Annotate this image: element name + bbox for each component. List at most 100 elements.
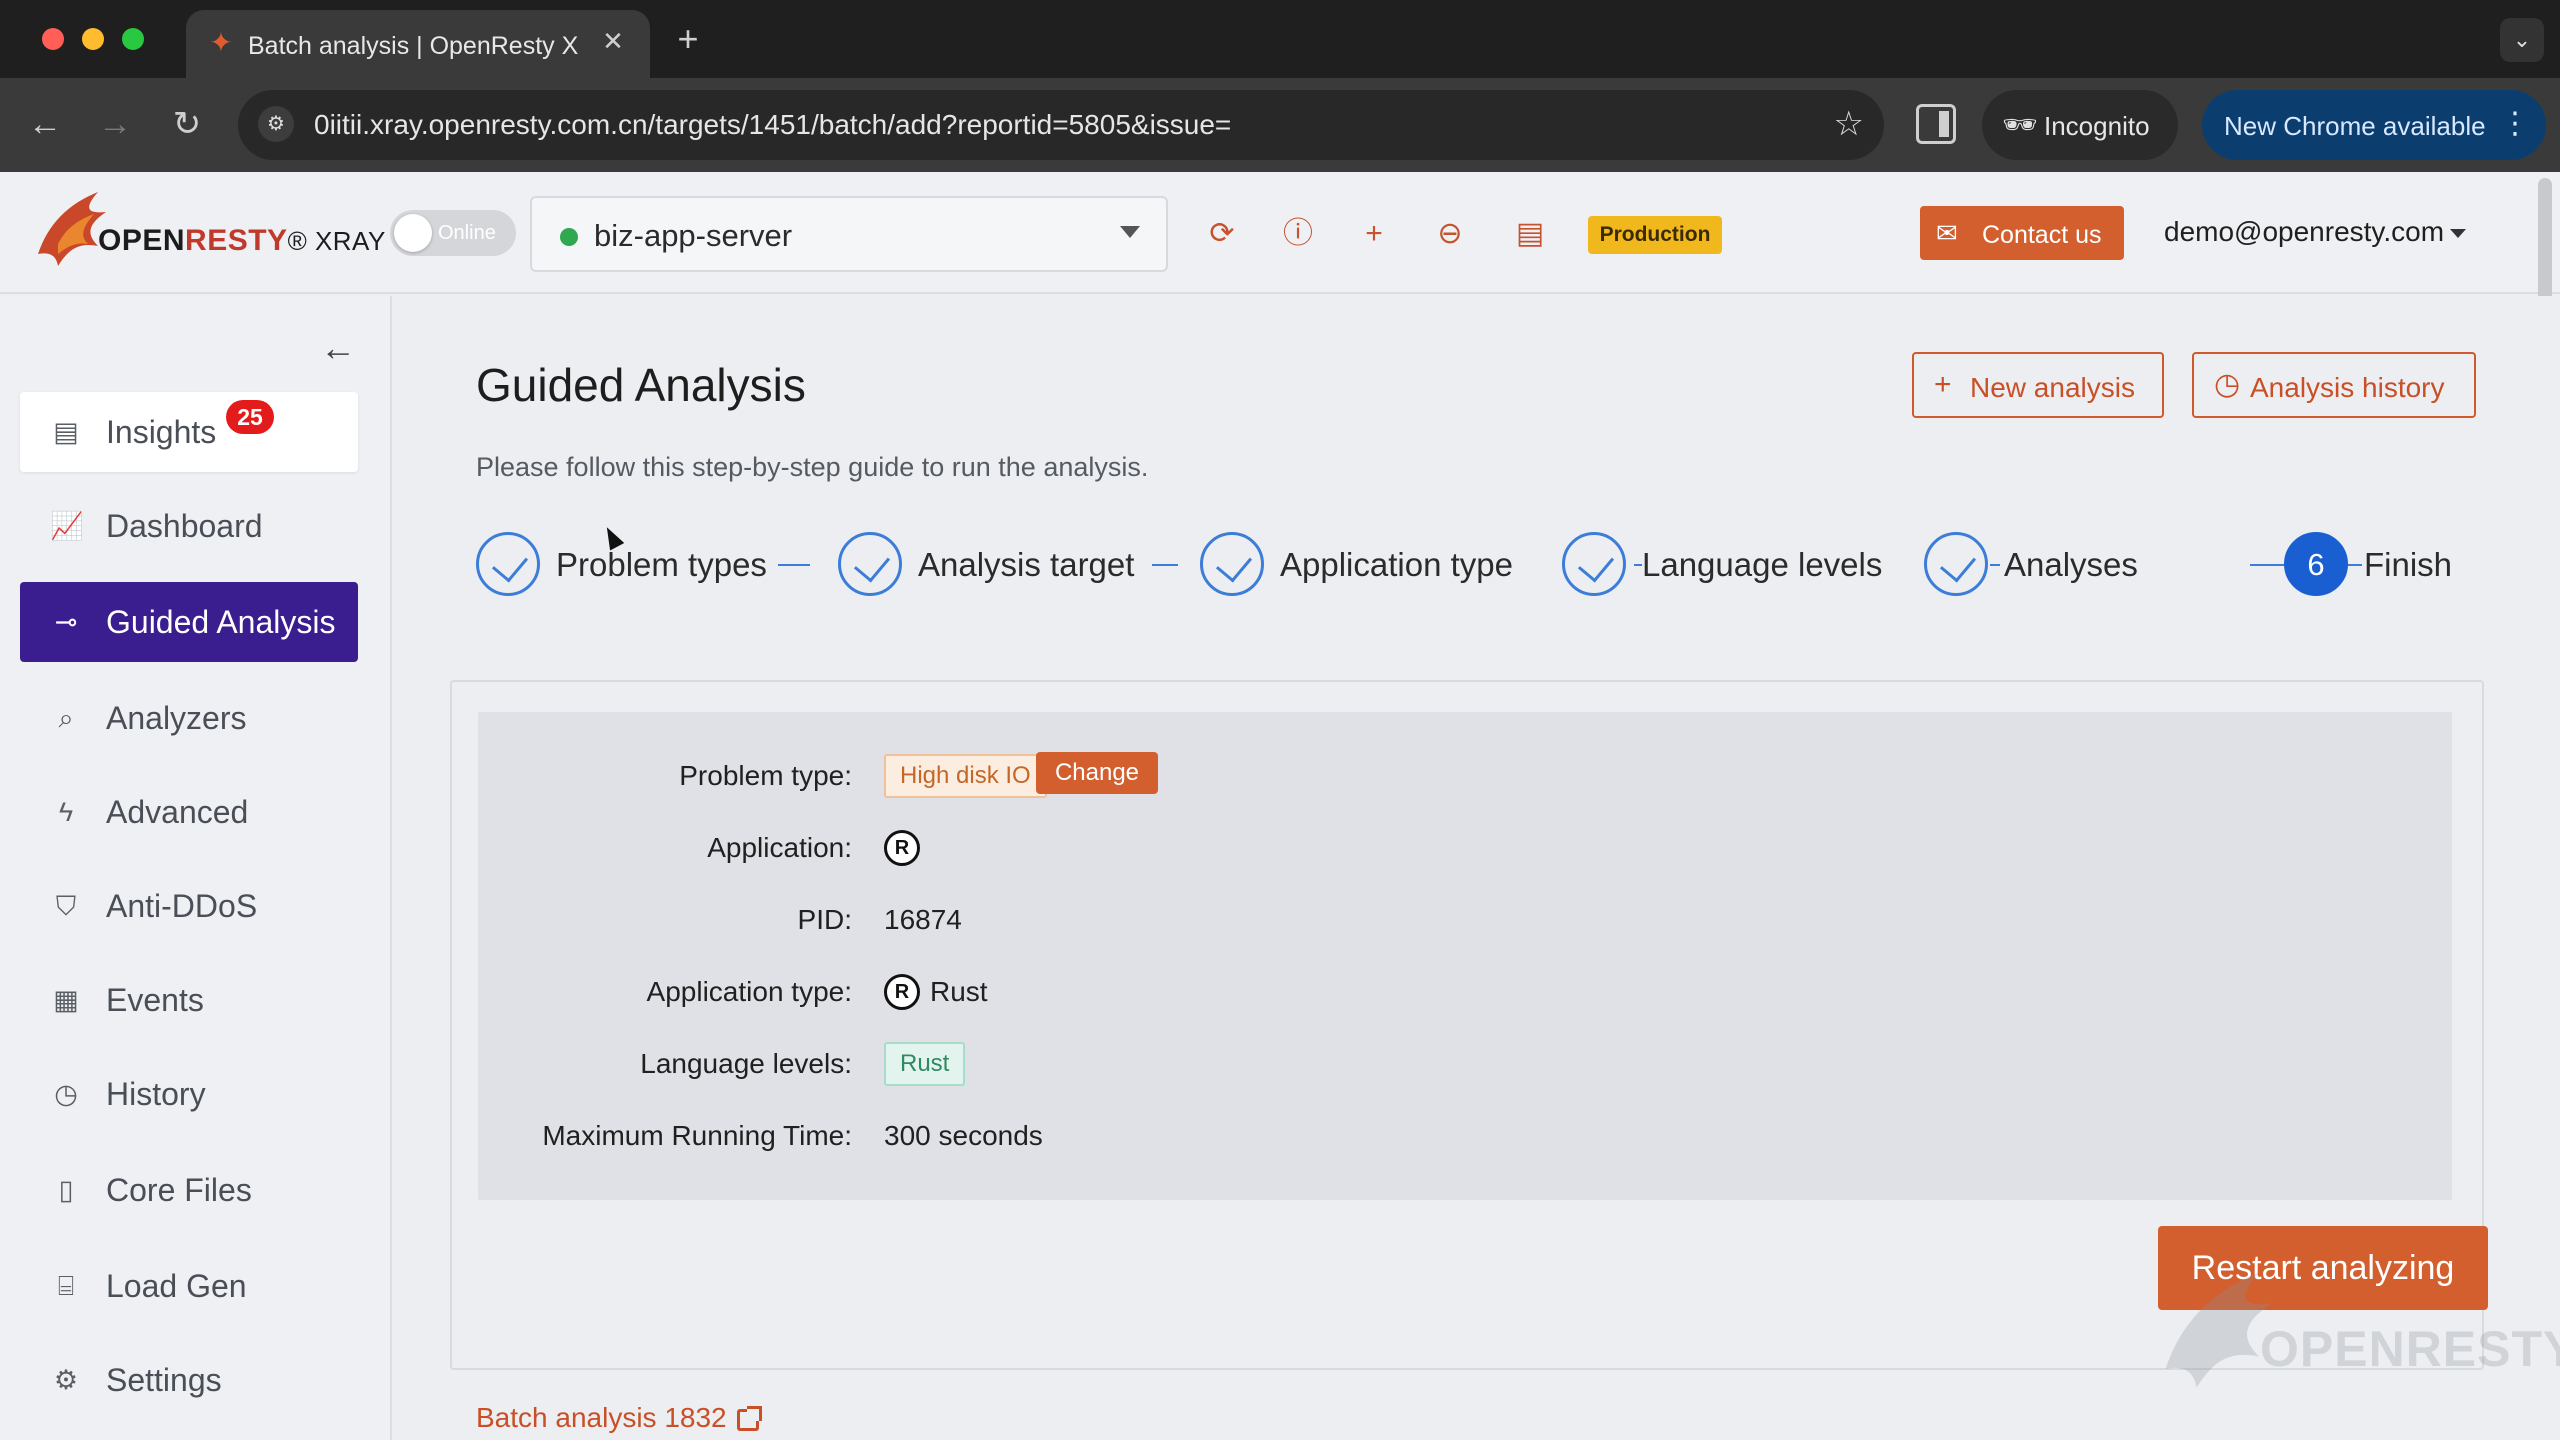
contact-label: Contact us <box>1982 221 2102 249</box>
sidebar-item-history[interactable]: ◷ History <box>20 1054 358 1134</box>
rust-logo-icon: R <box>884 974 920 1010</box>
toggle-knob <box>394 214 432 252</box>
change-button[interactable]: Change <box>1036 752 1158 794</box>
insights-count-badge: 25 <box>226 400 274 434</box>
sidebar-item-label: Analyzers <box>106 700 247 736</box>
new-tab-button[interactable]: + <box>668 20 708 60</box>
contact-us-button[interactable]: ✉ Contact us <box>1920 206 2124 260</box>
application-type-row: Application type: R Rust <box>478 962 2452 1022</box>
language-levels-row: Language levels: Rust <box>478 1034 2452 1094</box>
site-settings-icon[interactable]: ⚙ <box>258 106 294 142</box>
batch-analysis-link[interactable]: Batch analysis 1832 <box>476 1402 762 1434</box>
window-settings-icon[interactable]: ▤ <box>1512 216 1548 252</box>
step-done-circle <box>1200 532 1264 596</box>
analysis-history-button[interactable]: ◷ Analysis history <box>2192 352 2476 418</box>
application-type-value: Rust <box>930 976 988 1007</box>
browser-tab[interactable]: ✦ Batch analysis | OpenResty X ✕ <box>186 10 650 78</box>
chrome-update-button[interactable]: New Chrome available ⋮ <box>2202 90 2546 160</box>
checkmark-icon <box>1577 545 1615 583</box>
server-name: biz-app-server <box>594 218 793 253</box>
close-window-button[interactable] <box>42 28 64 50</box>
reload-icon[interactable]: ↻ <box>164 102 210 148</box>
tab-title: Batch analysis | OpenResty X <box>248 32 578 60</box>
analyzer-icon: ⌕ <box>58 703 74 733</box>
step-current-circle: 6 <box>2284 532 2348 596</box>
language-levels-label: Language levels: <box>640 1048 852 1079</box>
mail-icon: ✉ <box>1936 218 1958 248</box>
sidebar-item-label: Insights <box>106 414 217 450</box>
sidebar-item-label: Guided Analysis <box>106 604 336 640</box>
sidebar-item-analyzers[interactable]: ⌕ Analyzers <box>20 678 358 758</box>
pid-label: PID: <box>797 904 852 935</box>
server-select[interactable]: biz-app-server <box>530 196 1168 272</box>
sidebar-item-dashboard[interactable]: 📈 Dashboard <box>20 486 358 566</box>
step-label: Analyses <box>2004 546 2138 583</box>
external-link-icon <box>736 1405 762 1431</box>
batch-analysis-link-label: Batch analysis 1832 <box>476 1402 727 1433</box>
refresh-icon[interactable]: ⟳ <box>1204 216 1240 252</box>
sidebar-item-label: Anti-DDoS <box>106 888 258 924</box>
step-done-circle <box>1924 532 1988 596</box>
sidebar-item-label: Settings <box>106 1362 222 1398</box>
step-connector <box>1634 564 1642 566</box>
step-connector <box>1990 564 2000 566</box>
application-row: Application: R <box>478 818 2452 878</box>
star-icon[interactable]: ☆ <box>1834 104 1864 144</box>
application-type-label: Application type: <box>646 976 852 1007</box>
user-menu[interactable]: demo@openresty.com <box>2164 216 2467 248</box>
sidebar-item-anti-ddos[interactable]: ⛉ Anti-DDoS <box>20 866 358 946</box>
page-subtitle: Please follow this step-by-step guide to… <box>476 452 1149 482</box>
incognito-icon: 🕶 <box>2002 109 2038 140</box>
sidebar-item-settings[interactable]: ⚙ Settings <box>20 1340 358 1420</box>
browser-tab-bar: ✦ Batch analysis | OpenResty X ✕ + ⌄ <box>0 0 2560 78</box>
sidebar-item-events[interactable]: ▦ Events <box>20 960 358 1040</box>
checkmark-icon <box>1215 545 1253 583</box>
url-text[interactable]: 0iitii.xray.openresty.com.cn/targets/145… <box>314 109 1231 141</box>
lightning-icon: ϟ <box>58 797 74 827</box>
sidebar-item-load-gen[interactable]: ⌸ Load Gen <box>20 1246 358 1326</box>
logo-text-xray: ® XRAY <box>287 226 386 256</box>
environment-badge: Production <box>1588 216 1722 254</box>
step-number: 6 <box>2307 547 2325 582</box>
sidebar-item-label: Advanced <box>106 794 249 830</box>
info-icon[interactable]: ⓘ <box>1280 216 1316 252</box>
minimize-window-button[interactable] <box>82 28 104 50</box>
online-toggle[interactable]: Online <box>390 210 516 256</box>
step-label: Language levels <box>1642 546 1883 583</box>
openresty-xray-logo[interactable]: OPENRESTY® XRAY <box>28 184 385 274</box>
plus-icon: + <box>1934 368 1952 401</box>
incognito-indicator[interactable]: 🕶 Incognito <box>1982 90 2178 160</box>
caret-down-icon <box>2450 229 2467 239</box>
tab-search-button[interactable]: ⌄ <box>2500 18 2544 62</box>
calendar-icon: ▦ <box>53 985 79 1015</box>
sidebar-item-advanced[interactable]: ϟ Advanced <box>20 772 358 852</box>
checkmark-icon <box>853 545 891 583</box>
back-arrow-icon[interactable]: ← <box>22 102 68 148</box>
minus-circle-icon[interactable]: ⊖ <box>1432 216 1468 252</box>
sidebar-item-insights[interactable]: ▤ Insights 25 <box>20 392 358 472</box>
new-analysis-button[interactable]: + New analysis <box>1912 352 2164 418</box>
online-status-dot <box>560 228 578 246</box>
step-done-circle <box>476 532 540 596</box>
chart-line-icon: 📈 <box>50 511 84 541</box>
application-label: Application: <box>707 832 852 863</box>
sidebar-item-core-files[interactable]: ▯ Core Files <box>20 1150 358 1230</box>
maximize-window-button[interactable] <box>122 28 144 50</box>
logo-text-open: OPEN <box>98 224 186 257</box>
side-panel-icon[interactable] <box>1916 104 1956 144</box>
analysis-history-label: Analysis history <box>2250 372 2445 403</box>
openresty-favicon-icon: ✦ <box>209 27 233 58</box>
rust-logo-icon: R <box>884 830 920 866</box>
plus-icon[interactable]: + <box>1356 216 1392 252</box>
max-running-time-row: Maximum Running Time: 300 seconds <box>478 1106 2452 1166</box>
user-email: demo@openresty.com <box>2164 216 2445 247</box>
sidebar-item-guided-analysis[interactable]: ⊸ Guided Analysis <box>20 582 358 662</box>
clock-icon: ◷ <box>54 1079 78 1109</box>
step-label: Analysis target <box>918 546 1135 583</box>
chevron-down-icon <box>1120 226 1140 238</box>
address-bar[interactable]: ⚙ 0iitii.xray.openresty.com.cn/targets/1… <box>238 90 1884 160</box>
forward-arrow-icon[interactable]: → <box>92 102 138 148</box>
sidebar-item-label: Core Files <box>106 1172 252 1208</box>
collapse-sidebar-icon[interactable]: ← <box>316 328 360 372</box>
tab-close-icon[interactable]: ✕ <box>596 24 630 58</box>
